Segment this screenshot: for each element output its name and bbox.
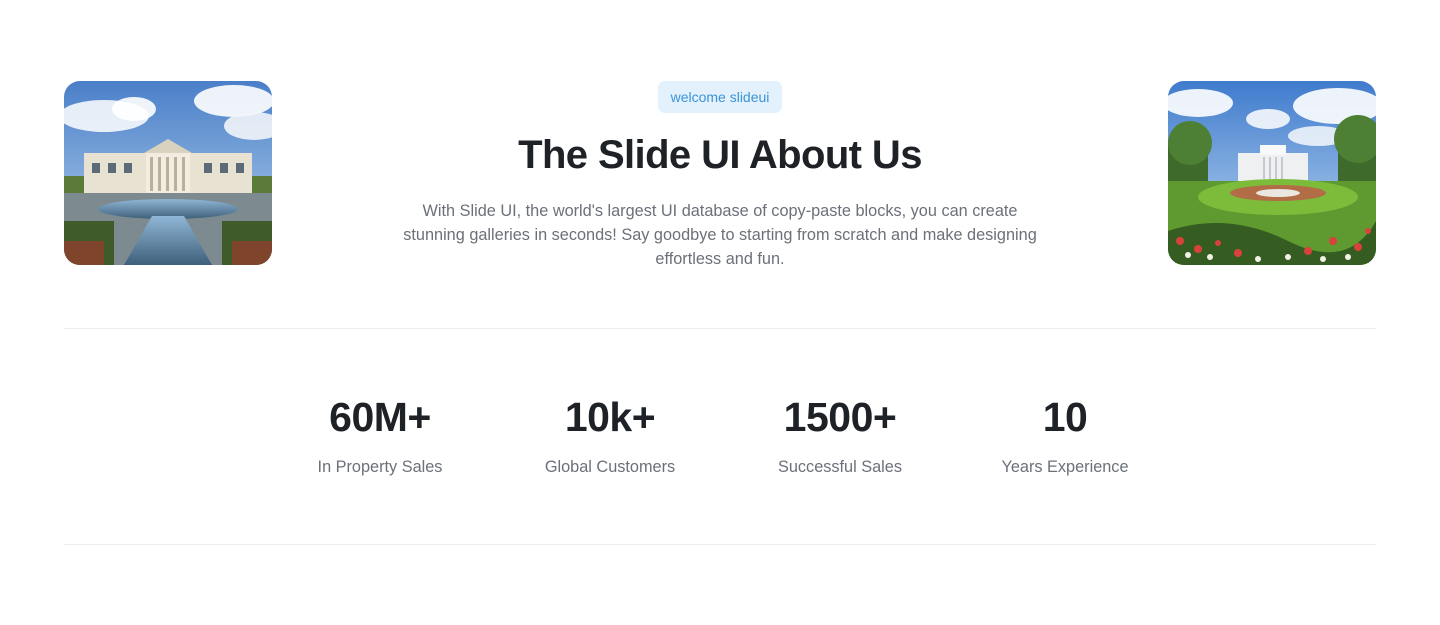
stat-value: 10k+ [564, 394, 656, 440]
divider-top [64, 328, 1376, 329]
mansion-image [64, 81, 272, 265]
hero-content: welcome slideui The Slide UI About Us Wi… [364, 81, 1076, 271]
page-title: The Slide UI About Us [518, 133, 922, 177]
stat-value: 60M+ [329, 394, 431, 440]
stat-property-sales: 60M+ In Property Sales [260, 392, 500, 478]
stat-value: 1500+ [783, 394, 897, 440]
stat-label: Global Customers [544, 458, 676, 476]
about-section: welcome slideui The Slide UI About Us Wi… [0, 0, 1440, 625]
stat-successful-sales: 1500+ Successful Sales [720, 392, 960, 478]
stat-label: Successful Sales [778, 458, 902, 476]
stat-label: In Property Sales [317, 458, 443, 476]
stat-label: Years Experience [1001, 458, 1129, 476]
hero: welcome slideui The Slide UI About Us Wi… [64, 81, 1376, 268]
stat-value: 10 [1042, 394, 1088, 440]
welcome-badge: welcome slideui [657, 81, 783, 113]
garden-house-image [1168, 81, 1376, 265]
divider-bottom [64, 544, 1376, 545]
stat-global-customers: 10k+ Global Customers [490, 392, 730, 478]
stat-years-experience: 10 Years Experience [945, 392, 1185, 478]
page-description: With Slide UI, the world's largest UI da… [403, 202, 1037, 268]
